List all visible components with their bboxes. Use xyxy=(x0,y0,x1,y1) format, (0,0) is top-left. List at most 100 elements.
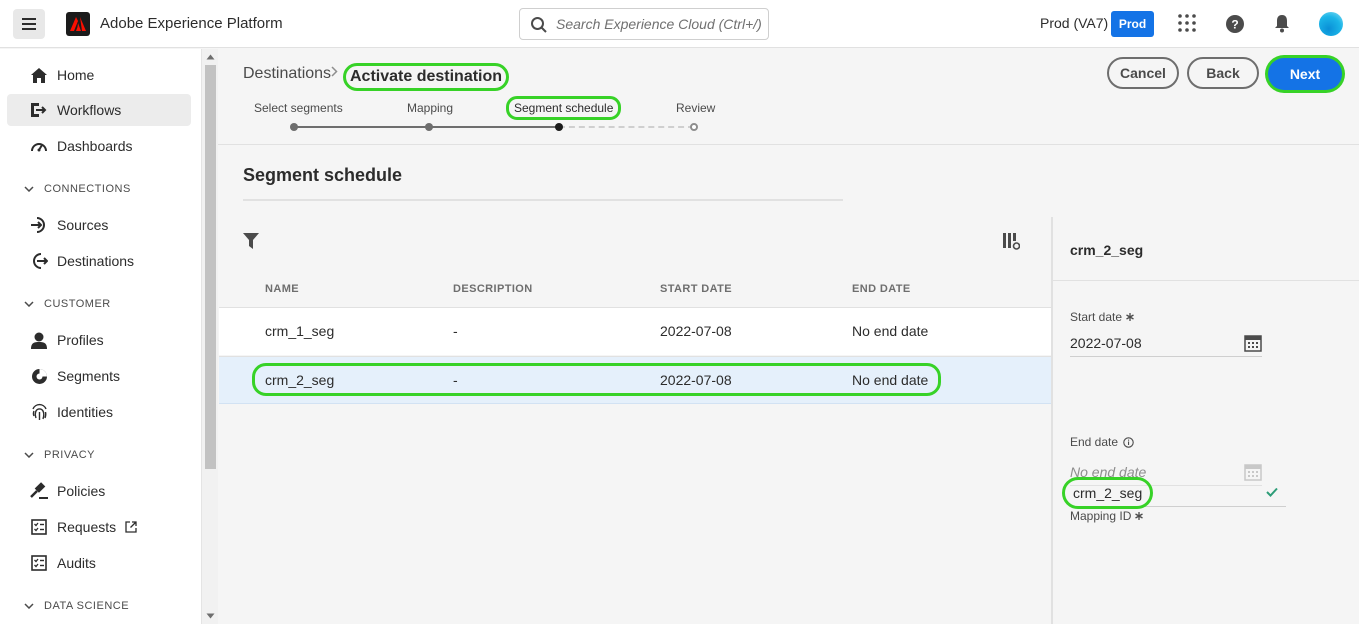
cell-name: crm_2_seg xyxy=(265,372,335,388)
cell-name: crm_1_seg xyxy=(265,323,335,339)
hamburger-menu-button[interactable] xyxy=(13,9,45,39)
sandbox-badge[interactable]: Prod xyxy=(1111,11,1154,37)
step-dot-current xyxy=(555,123,563,131)
sidebar-item-label: Requests xyxy=(57,519,117,535)
column-header-start-date[interactable]: START DATE xyxy=(660,283,732,295)
sidebar-item-identities[interactable]: Identities xyxy=(7,396,191,428)
sidebar-item-workflows[interactable]: Workflows xyxy=(7,94,191,126)
selection-highlight xyxy=(252,363,941,396)
required-asterisk-icon xyxy=(1135,512,1144,520)
sidebar-item-segments[interactable]: Segments xyxy=(7,360,191,392)
page-title: Segment schedule xyxy=(243,165,403,185)
sidebar-item-label: Audits xyxy=(57,555,96,571)
chevron-down-icon xyxy=(24,452,34,458)
divider xyxy=(1053,280,1359,281)
table-row-selected[interactable]: crm_2_seg - 2022-07-08 No end date xyxy=(219,356,1052,404)
search-placeholder: Search Experience Cloud (Ctrl+/) xyxy=(556,16,762,32)
chevron-down-icon xyxy=(24,301,34,307)
segments-icon xyxy=(31,368,47,384)
sidebar-item-label: Destinations xyxy=(57,253,135,269)
svg-text:?: ? xyxy=(1231,18,1238,32)
column-settings-icon[interactable] xyxy=(1003,233,1020,250)
workflows-icon xyxy=(31,103,47,117)
org-switcher[interactable]: Prod (VA7) xyxy=(1040,15,1108,31)
section-data-science[interactable]: DATA SCIENCE xyxy=(24,600,129,612)
breadcrumb-destinations[interactable]: Destinations xyxy=(243,65,331,83)
step-remaining-line xyxy=(559,126,694,128)
sidebar-item-audits[interactable]: Audits xyxy=(7,547,191,579)
mapping-id-label-text: Mapping ID xyxy=(1070,509,1132,523)
avatar[interactable] xyxy=(1319,12,1343,36)
sidebar-item-label: Policies xyxy=(57,483,106,499)
table-row[interactable]: crm_1_seg - 2022-07-08 No end date xyxy=(219,307,1052,355)
workflow-header: Destinations Activate destination Cancel… xyxy=(218,49,1359,145)
fingerprint-icon xyxy=(31,403,47,420)
start-date-label-text: Start date xyxy=(1070,310,1123,324)
scroll-up-icon[interactable] xyxy=(206,54,215,60)
filter-icon[interactable] xyxy=(243,233,259,250)
chevron-right-icon xyxy=(331,66,338,77)
adobe-logo-icon[interactable] xyxy=(66,12,90,36)
schedule-side-panel: crm_2_seg Start date 2022-07-08 End date… xyxy=(1051,217,1359,624)
column-header-end-date[interactable]: END DATE xyxy=(852,283,911,295)
cancel-button[interactable]: Cancel xyxy=(1107,57,1179,89)
panel-title: crm_2_seg xyxy=(1070,242,1144,258)
column-header-description[interactable]: DESCRIPTION xyxy=(453,283,533,295)
apps-grid-icon[interactable] xyxy=(1178,14,1196,32)
chevron-down-icon xyxy=(24,603,34,609)
user-icon xyxy=(31,332,47,349)
sidebar-item-destinations[interactable]: Destinations xyxy=(7,245,191,277)
checkmark-icon xyxy=(1266,487,1278,497)
scroll-down-icon[interactable] xyxy=(206,613,215,619)
sidebar-item-policies[interactable]: Policies xyxy=(7,475,191,507)
help-icon[interactable]: ? xyxy=(1226,15,1244,33)
sidebar-item-requests[interactable]: Requests xyxy=(7,511,157,543)
next-button[interactable]: Next xyxy=(1268,58,1342,90)
bell-icon[interactable] xyxy=(1274,14,1290,33)
sidebar-item-dashboards[interactable]: Dashboards xyxy=(7,130,191,162)
breadcrumb-current: Activate destination xyxy=(343,63,510,91)
start-date-label: Start date xyxy=(1070,310,1134,324)
section-title: DATA SCIENCE xyxy=(44,600,130,612)
back-button[interactable]: Back xyxy=(1187,57,1259,89)
sidebar-item-label: Home xyxy=(57,67,95,83)
calendar-icon[interactable] xyxy=(1244,334,1262,352)
section-title: CUSTOMER xyxy=(44,298,111,310)
external-link-icon xyxy=(125,521,137,533)
column-header-name[interactable]: NAME xyxy=(265,283,299,295)
section-connections[interactable]: CONNECTIONS xyxy=(24,183,131,195)
mapping-id-field[interactable]: crm_2_seg xyxy=(1062,477,1286,509)
info-icon[interactable] xyxy=(1123,436,1134,448)
search-icon xyxy=(531,17,547,33)
step-dot-done xyxy=(425,123,433,131)
section-customer[interactable]: CUSTOMER xyxy=(24,298,111,310)
start-date-field[interactable]: 2022-07-08 xyxy=(1070,329,1262,357)
step-segment-schedule: Segment schedule xyxy=(506,96,622,120)
search-input[interactable]: Search Experience Cloud (Ctrl+/) xyxy=(519,8,769,40)
sidebar-item-home[interactable]: Home xyxy=(7,59,191,91)
cell-start-date: 2022-07-08 xyxy=(660,372,732,388)
cell-start-date: 2022-07-08 xyxy=(660,323,732,339)
cell-description: - xyxy=(453,323,458,339)
sidebar-item-profiles[interactable]: Profiles xyxy=(7,324,191,356)
mapping-id-value: crm_2_seg xyxy=(1062,477,1154,509)
end-date-label: End date xyxy=(1070,435,1134,449)
sidebar-item-label: Sources xyxy=(57,217,109,233)
section-privacy[interactable]: PRIVACY xyxy=(24,449,95,461)
step-dot-done xyxy=(290,123,298,131)
scroll-thumb[interactable] xyxy=(205,65,216,469)
cell-end-date: No end date xyxy=(852,372,929,388)
checklist-icon xyxy=(31,555,47,571)
sidebar-item-sources[interactable]: Sources xyxy=(7,209,191,241)
sidebar-item-label: Profiles xyxy=(57,332,104,348)
sidebar-scrollbar[interactable] xyxy=(201,49,218,624)
end-date-label-text: End date xyxy=(1070,435,1119,449)
cell-end-date: No end date xyxy=(852,323,929,339)
checklist-icon xyxy=(31,519,47,535)
step-select-segments: Select segments xyxy=(254,101,343,115)
app-title[interactable]: Adobe Experience Platform xyxy=(100,15,283,32)
hamburger-icon xyxy=(22,18,36,30)
gavel-icon xyxy=(30,482,48,499)
sidebar: Home Workflows Dashboards CONNECTIONS So… xyxy=(0,49,201,624)
destinations-icon xyxy=(33,253,48,269)
